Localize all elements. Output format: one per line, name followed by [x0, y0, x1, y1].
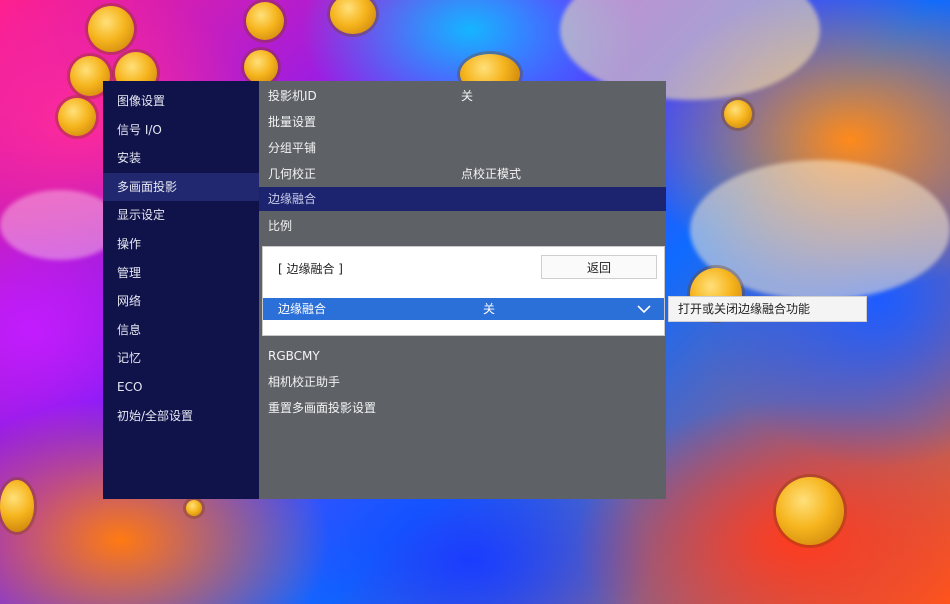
- setting-row-ratio[interactable]: 比例: [259, 213, 666, 239]
- setting-row-edge-blending[interactable]: 边缘融合: [259, 187, 666, 211]
- help-tooltip: 打开或关闭边缘融合功能: [668, 296, 867, 322]
- setting-row-rgbcmy[interactable]: RGBCMY: [259, 343, 666, 369]
- background-droplet: [330, 0, 376, 34]
- sidebar-item-management[interactable]: 管理: [103, 259, 259, 288]
- setting-label: 分组平铺: [268, 141, 317, 155]
- setting-label: RGBCMY: [268, 349, 320, 363]
- background-droplet: [724, 100, 752, 128]
- background-droplet: [58, 98, 96, 136]
- sidebar-item-signal-io[interactable]: 信号 I/O: [103, 116, 259, 145]
- edge-blending-dialog: [ 边缘融合 ] 返回 边缘融合 关: [262, 246, 665, 336]
- sidebar-item-reset-all[interactable]: 初始/全部设置: [103, 402, 259, 431]
- sidebar-item-operation[interactable]: 操作: [103, 230, 259, 259]
- sidebar: 图像设置 信号 I/O 安装 多画面投影 显示设定 操作 管理 网络 信息 记忆…: [103, 81, 259, 499]
- dropdown-label: 边缘融合: [278, 302, 327, 316]
- sidebar-item-installation[interactable]: 安装: [103, 144, 259, 173]
- sidebar-item-multi-projection[interactable]: 多画面投影: [103, 172, 259, 202]
- setting-label: 投影机ID: [268, 89, 317, 103]
- dialog-title: [ 边缘融合 ]: [278, 262, 343, 276]
- background-droplet: [244, 50, 278, 84]
- setting-row-camera-correction-assistant[interactable]: 相机校正助手: [259, 369, 666, 395]
- setting-value: 点校正模式: [461, 167, 522, 181]
- background-droplet: [246, 2, 284, 40]
- setting-row-batch-settings[interactable]: 批量设置: [259, 109, 666, 135]
- setting-label: 几何校正: [268, 167, 317, 181]
- dropdown-value: 关: [483, 302, 496, 316]
- background-swirl: [0, 190, 120, 260]
- background-droplet: [776, 477, 844, 545]
- background-droplet: [0, 480, 34, 532]
- chevron-down-icon[interactable]: [636, 301, 652, 323]
- setting-label: 比例: [268, 219, 293, 233]
- sidebar-item-network[interactable]: 网络: [103, 287, 259, 316]
- setting-row-group-tiling[interactable]: 分组平铺: [259, 135, 666, 161]
- back-button[interactable]: 返回: [541, 255, 657, 279]
- setting-row-reset-multi-projection[interactable]: 重置多画面投影设置: [259, 395, 666, 421]
- setting-row-geometric-correction[interactable]: 几何校正 点校正模式: [259, 161, 666, 187]
- setting-label: 相机校正助手: [268, 375, 341, 389]
- background-droplet: [88, 6, 134, 52]
- sidebar-item-eco[interactable]: ECO: [103, 373, 259, 402]
- sidebar-item-information[interactable]: 信息: [103, 316, 259, 345]
- setting-label: 边缘融合: [268, 192, 317, 206]
- edge-blending-dropdown[interactable]: 边缘融合 关: [263, 298, 664, 320]
- setting-label: 重置多画面投影设置: [268, 401, 377, 415]
- setting-label: 批量设置: [268, 115, 317, 129]
- sidebar-item-memory[interactable]: 记忆: [103, 344, 259, 373]
- setting-row-projector-id[interactable]: 投影机ID 关: [259, 83, 666, 109]
- sidebar-item-image-settings[interactable]: 图像设置: [103, 87, 259, 116]
- sidebar-item-display-settings[interactable]: 显示设定: [103, 201, 259, 230]
- setting-value: 关: [461, 89, 474, 103]
- background-droplet: [186, 500, 202, 516]
